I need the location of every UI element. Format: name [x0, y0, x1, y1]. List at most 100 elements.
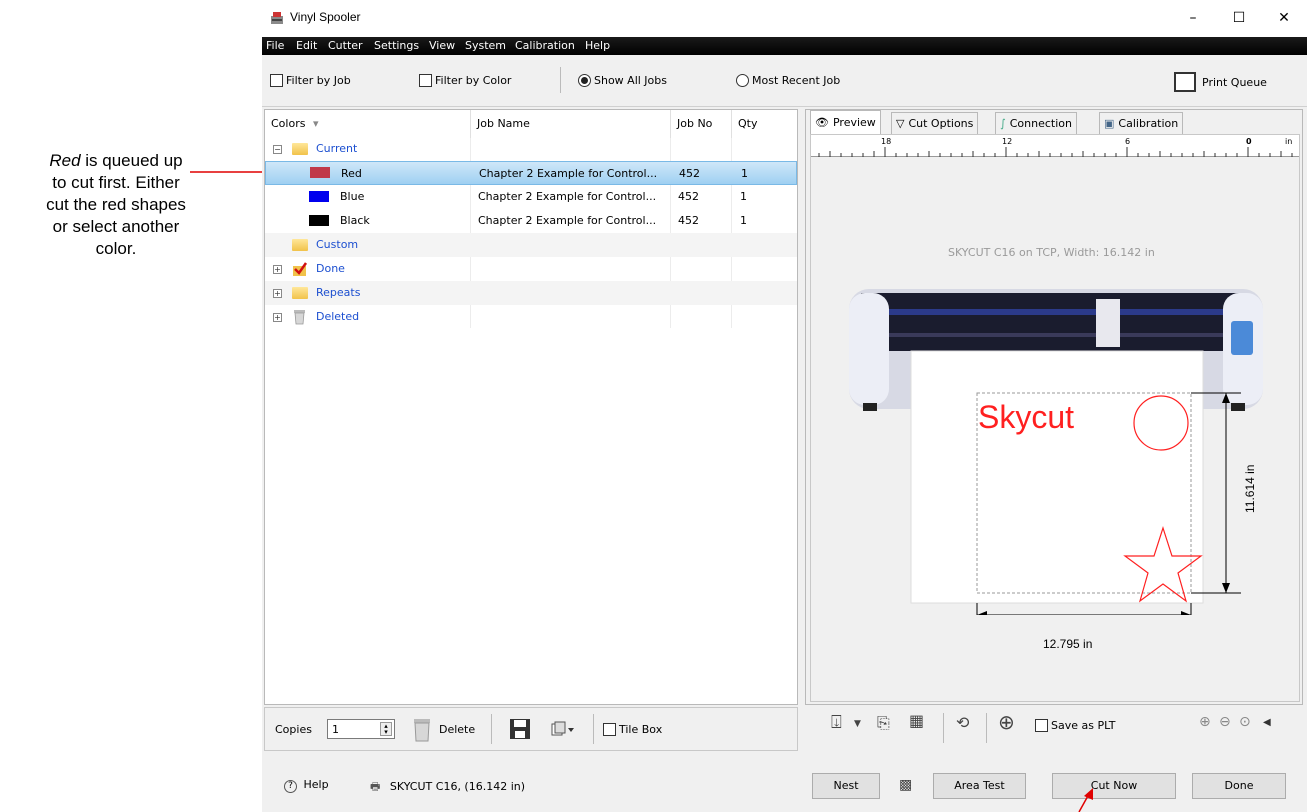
zoom-out-icon[interactable]: ⊖ — [1219, 714, 1231, 730]
cut-preview-area: 18 12 6 0 in SKYCUT C16 on TCP, Width: 1… — [810, 134, 1300, 702]
copy-dropdown-icon[interactable] — [551, 721, 575, 737]
checkbox-box — [419, 74, 432, 87]
design-text-skycut: Skycut — [978, 399, 1075, 435]
ruler-label: 0 — [1246, 137, 1252, 146]
table-row[interactable]: Red Chapter 2 Example for Control... 452… — [265, 161, 797, 185]
help-button[interactable]: ? Help — [284, 778, 329, 793]
calibration-icon: ▣ — [1104, 116, 1115, 130]
delete-button[interactable]: Delete — [439, 723, 475, 736]
filter-by-job-label: Filter by Job — [286, 74, 351, 87]
ruler-label: 12 — [1002, 137, 1013, 146]
menu-cutter[interactable]: Cutter — [328, 39, 363, 52]
most-recent-job-radio[interactable]: Most Recent Job — [736, 74, 840, 87]
group-label-repeats: Repeats — [316, 286, 361, 299]
folder-icon — [292, 239, 308, 251]
cutter-info-label: SKYCUT C16 on TCP, Width: 16.142 in — [948, 246, 1155, 259]
group-row-deleted[interactable]: + Deleted — [265, 305, 797, 329]
save-icon[interactable] — [509, 718, 531, 740]
checkbox-box — [270, 74, 283, 87]
checkbox-box — [603, 723, 616, 736]
feed-icon[interactable]: ⍗ — [831, 712, 842, 733]
blade-icon: ▽ — [896, 116, 905, 130]
menu-edit[interactable]: Edit — [296, 39, 317, 52]
spinner-arrows-icon[interactable]: ▴ ▾ — [380, 722, 392, 736]
ruler-label: 18 — [881, 137, 892, 146]
nest-button[interactable]: Nest — [812, 773, 880, 799]
filter-by-color-checkbox[interactable]: Filter by Color — [419, 74, 511, 87]
calculator-icon[interactable]: ▦ — [909, 711, 924, 730]
dropdown-arrow-icon[interactable]: ▼ — [854, 719, 861, 729]
jobs-panel: Colors ▾ Job Name Job No Qty − Current R… — [264, 109, 798, 705]
cut-now-pointer-arrow — [1078, 788, 1093, 812]
close-button[interactable]: ✕ — [1261, 0, 1307, 37]
radio-empty-icon — [736, 74, 749, 87]
copies-label: Copies — [275, 723, 312, 736]
help-label: Help — [303, 778, 329, 791]
table-row[interactable]: Black Chapter 2 Example for Control... 4… — [265, 209, 797, 233]
crosshair-icon[interactable]: ⊕ — [998, 710, 1015, 734]
menu-view[interactable]: View — [429, 39, 455, 52]
group-row-custom[interactable]: Custom — [265, 233, 797, 257]
zoom-in-icon[interactable]: ⊕ — [1199, 714, 1211, 730]
copies-stepper[interactable]: 1 ▴ ▾ — [327, 719, 395, 739]
color-swatch-red — [310, 167, 330, 178]
zoom-fit-icon[interactable]: ⊙ — [1239, 714, 1251, 730]
expand-icon[interactable]: + — [273, 313, 282, 322]
done-button[interactable]: Done — [1192, 773, 1286, 799]
show-all-jobs-radio[interactable]: Show All Jobs — [578, 74, 667, 87]
group-row-current[interactable]: − Current — [265, 137, 797, 161]
save-as-plt-checkbox[interactable]: Save as PLT — [1035, 719, 1115, 732]
preview-panel: 👁 Preview ▽ Cut Options ∫ Connection ▣ C… — [805, 109, 1303, 705]
group-row-repeats[interactable]: + Repeats — [265, 281, 797, 305]
print-queue-label: Print Queue — [1202, 75, 1267, 89]
annotation-red-italic: Red — [49, 151, 81, 170]
menu-file[interactable]: File — [266, 39, 284, 52]
path-icon[interactable]: ⟲ — [956, 713, 969, 732]
job-name-cell: Chapter 2 Example for Control... — [478, 190, 657, 203]
tab-calibration[interactable]: ▣ Calibration — [1099, 112, 1184, 134]
tab-connection[interactable]: ∫ Connection — [995, 112, 1077, 134]
tab-cut-options[interactable]: ▽ Cut Options — [891, 112, 979, 134]
printer-icon: 🖶 — [370, 780, 381, 793]
collapse-arrow-icon[interactable]: ◀ — [1263, 717, 1271, 728]
qty-cell: 1 — [740, 190, 747, 203]
qr-code-icon[interactable]: ▩ — [899, 777, 912, 793]
tile-box-checkbox[interactable]: Tile Box — [603, 723, 662, 736]
copies-value: 1 — [332, 723, 339, 736]
expand-icon[interactable]: + — [273, 265, 282, 274]
annotation-line3: cut the red shapes — [46, 195, 186, 214]
column-header-job-no[interactable]: Job No — [671, 110, 732, 138]
column-header-job-name[interactable]: Job Name — [471, 110, 671, 138]
color-name: Blue — [340, 190, 365, 203]
maximize-button[interactable]: ☐ — [1216, 0, 1262, 37]
export-icon[interactable]: ⎘ — [877, 713, 890, 733]
menu-settings[interactable]: Settings — [374, 39, 419, 52]
cable-icon: ∫ — [1000, 116, 1006, 130]
group-row-done[interactable]: + Done — [265, 257, 797, 281]
filter-by-job-checkbox[interactable]: Filter by Job — [270, 74, 351, 87]
column-header-colors[interactable]: Colors ▾ — [265, 110, 471, 138]
job-no-cell: 452 — [678, 214, 699, 227]
menu-system[interactable]: System — [465, 39, 506, 52]
expand-icon[interactable]: + — [273, 289, 282, 298]
collapse-icon[interactable]: − — [273, 145, 282, 154]
delete-trash-icon[interactable] — [412, 717, 432, 743]
menu-help[interactable]: Help — [585, 39, 610, 52]
table-row[interactable]: Blue Chapter 2 Example for Control... 45… — [265, 185, 797, 209]
job-no-cell: 452 — [678, 190, 699, 203]
area-test-button[interactable]: Area Test — [933, 773, 1026, 799]
tab-preview-label: Preview — [832, 115, 876, 129]
job-name-cell: Chapter 2 Example for Control... — [479, 167, 658, 180]
menu-calibration[interactable]: Calibration — [515, 39, 575, 52]
app-icon — [271, 12, 283, 24]
filter-by-color-label: Filter by Color — [435, 74, 512, 87]
sort-arrow-icon: ▾ — [312, 117, 319, 130]
cut-now-button[interactable]: Cut Now — [1052, 773, 1176, 799]
print-queue-button[interactable]: Print Queue — [1174, 72, 1267, 92]
minimize-button[interactable]: – — [1170, 0, 1216, 37]
column-header-qty[interactable]: Qty — [732, 110, 797, 138]
toolbar-divider — [593, 714, 594, 744]
ruler-label: 6 — [1125, 137, 1131, 146]
tab-preview[interactable]: 👁 Preview — [810, 110, 881, 134]
tab-cut-options-label: Cut Options — [908, 116, 974, 130]
